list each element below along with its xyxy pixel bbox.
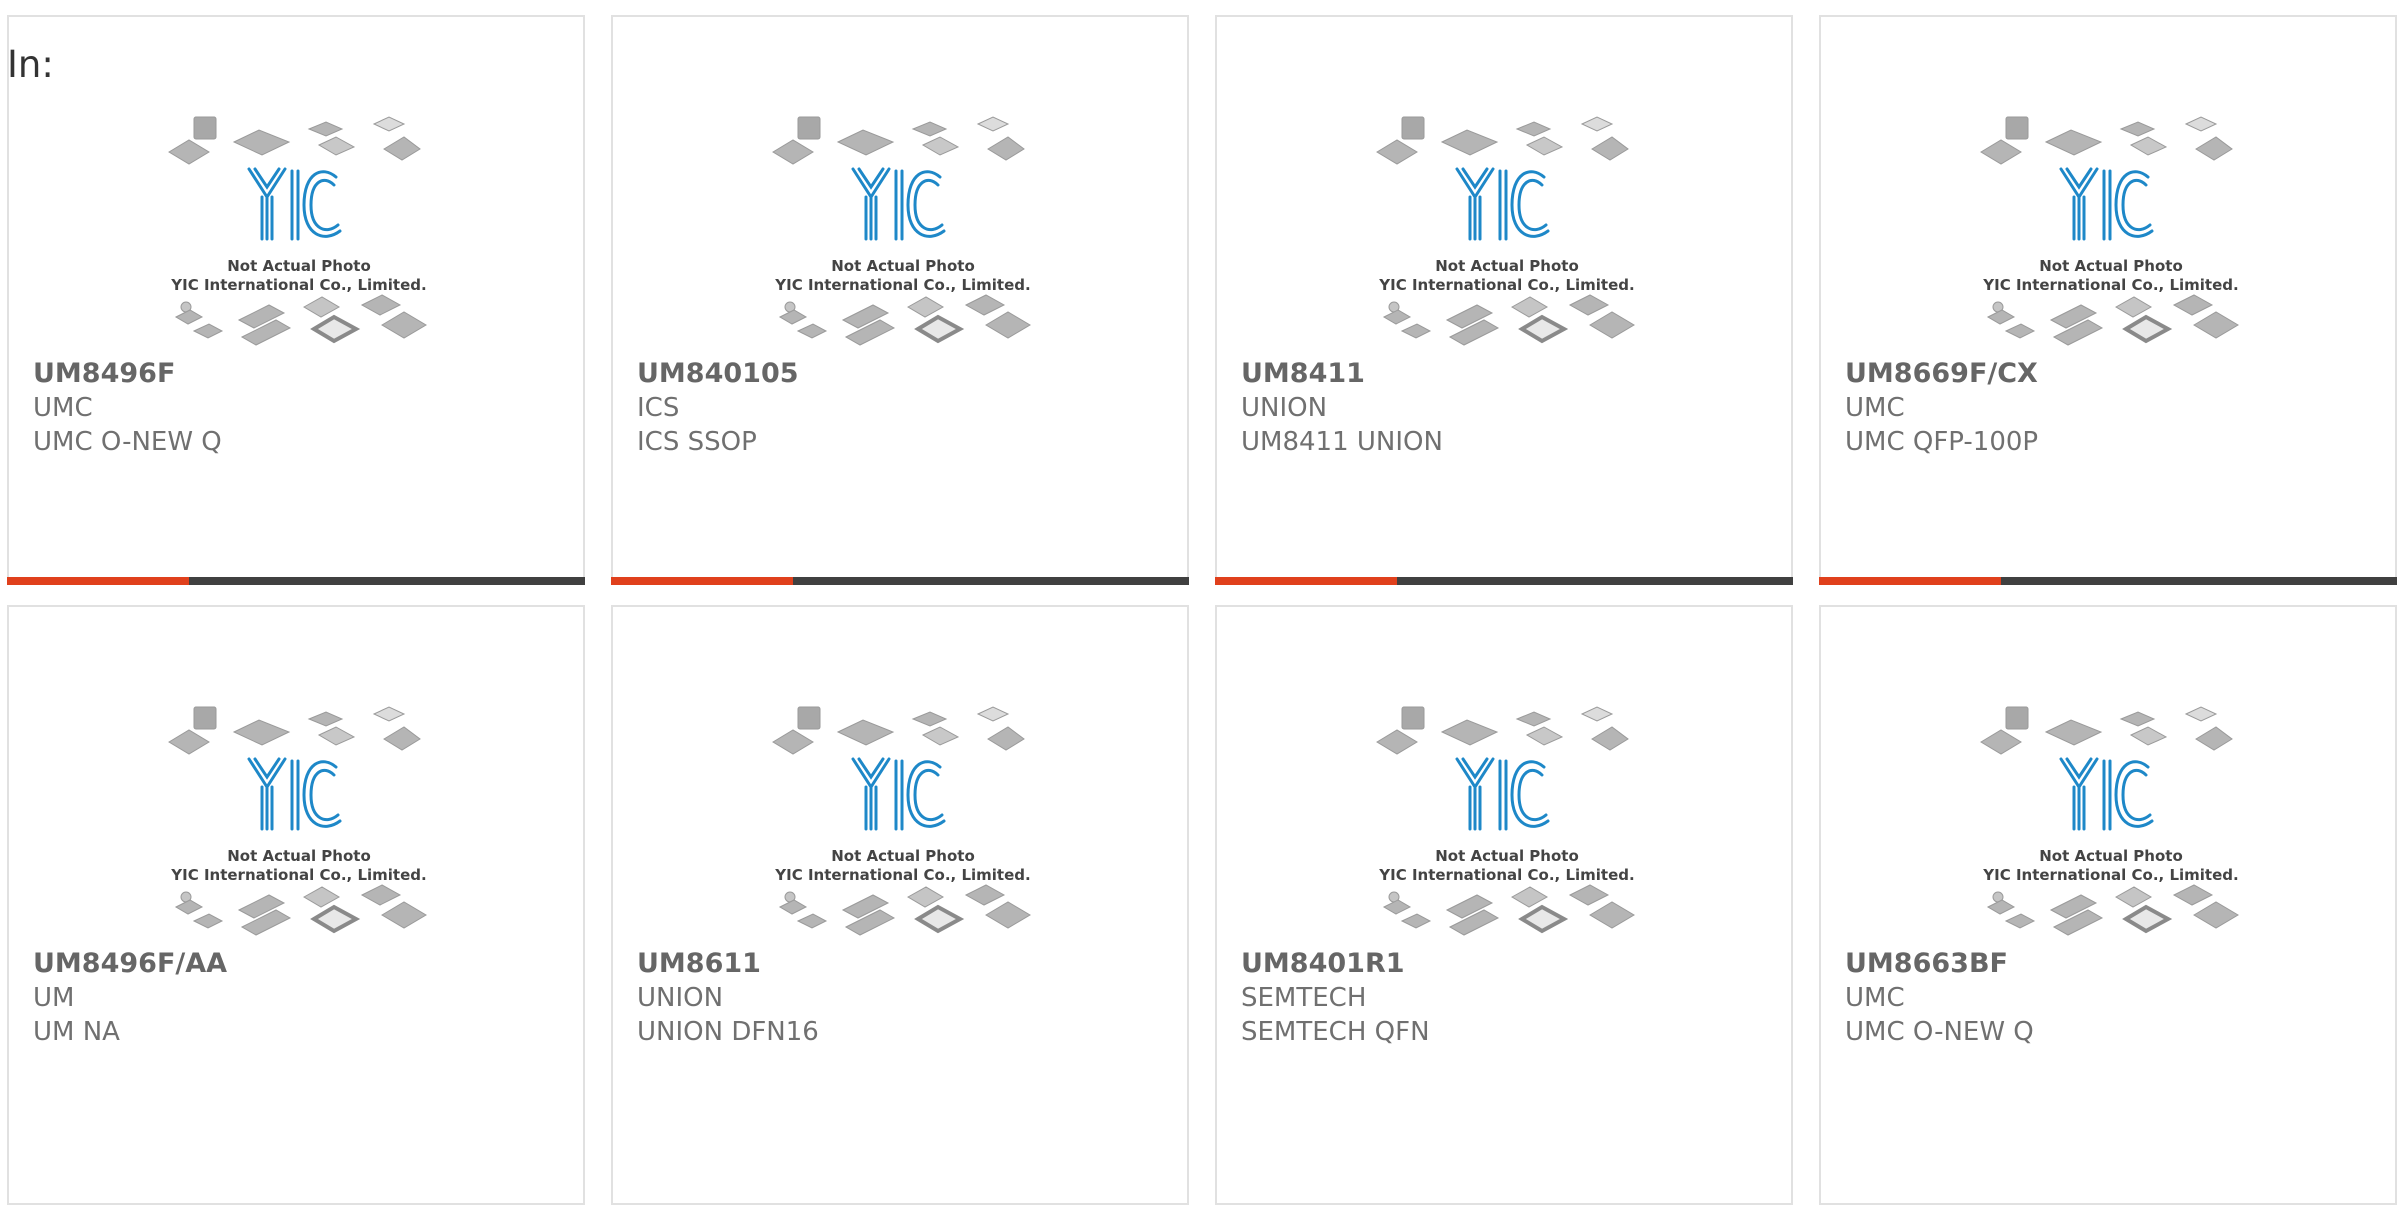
placeholder-caption-2: YIC International Co., Limited. bbox=[170, 276, 426, 294]
product-card[interactable]: Not Actual Photo YIC International Co., … bbox=[7, 605, 585, 1205]
placeholder-caption-1: Not Actual Photo bbox=[2039, 847, 2183, 865]
card-bottom-bar bbox=[1215, 577, 1793, 585]
product-card[interactable]: Not Actual Photo YIC International Co., … bbox=[1819, 605, 2397, 1205]
card-accent-bar bbox=[611, 577, 793, 585]
product-placeholder-image[interactable]: Not Actual Photo YIC International Co., … bbox=[768, 697, 1038, 937]
product-info: UM8496F/AA UM UM NA bbox=[33, 947, 563, 1049]
product-part-number[interactable]: UM8496F/AA bbox=[33, 947, 563, 981]
product-description: SEMTECH QFN bbox=[1241, 1017, 1430, 1047]
product-description: UMC QFP-100P bbox=[1845, 427, 2039, 457]
product-part-number[interactable]: UM8401R1 bbox=[1241, 947, 1771, 981]
product-card[interactable]: Not Actual Photo YIC International Co., … bbox=[611, 15, 1189, 585]
product-brand: UNION bbox=[637, 983, 724, 1013]
product-brand: UM bbox=[33, 983, 75, 1013]
product-info: UM840105 ICS ICS SSOP bbox=[637, 357, 1167, 459]
placeholder-caption-2: YIC International Co., Limited. bbox=[1378, 866, 1634, 884]
product-placeholder-image[interactable]: Not Actual Photo YIC International Co., … bbox=[1976, 697, 2246, 937]
product-info: UM8663BF UMC UMC O-NEW Q bbox=[1845, 947, 2375, 1049]
product-info: UM8669F/CX UMC UMC QFP-100P bbox=[1845, 357, 2375, 459]
product-placeholder-image[interactable]: Not Actual Photo YIC International Co., … bbox=[768, 107, 1038, 347]
placeholder-caption-1: Not Actual Photo bbox=[831, 257, 975, 275]
product-card[interactable]: Not Actual Photo YIC International Co., … bbox=[1215, 605, 1793, 1205]
card-bottom-bar bbox=[1819, 577, 2397, 585]
placeholder-caption-1: Not Actual Photo bbox=[1435, 847, 1579, 865]
placeholder-caption-1: Not Actual Photo bbox=[227, 847, 371, 865]
product-description: UM NA bbox=[33, 1017, 120, 1047]
product-part-number[interactable]: UM8411 bbox=[1241, 357, 1771, 391]
placeholder-caption-2: YIC International Co., Limited. bbox=[1982, 866, 2238, 884]
product-description: UMC O-NEW Q bbox=[33, 427, 222, 457]
product-brand: SEMTECH bbox=[1241, 983, 1367, 1013]
product-description: ICS SSOP bbox=[637, 427, 757, 457]
product-info: UM8496F UMC UMC O-NEW Q bbox=[33, 357, 563, 459]
card-bottom-bar bbox=[7, 577, 585, 585]
placeholder-caption-1: Not Actual Photo bbox=[227, 257, 371, 275]
product-brand: UMC bbox=[1845, 393, 1905, 423]
product-placeholder-image[interactable]: Not Actual Photo YIC International Co., … bbox=[164, 107, 434, 347]
product-description: UNION DFN16 bbox=[637, 1017, 819, 1047]
product-card[interactable]: Not Actual Photo YIC International Co., … bbox=[1215, 15, 1793, 585]
card-accent-bar bbox=[1819, 577, 2001, 585]
placeholder-caption-1: Not Actual Photo bbox=[1435, 257, 1579, 275]
card-accent-bar bbox=[1215, 577, 1397, 585]
product-description: UMC O-NEW Q bbox=[1845, 1017, 2034, 1047]
product-placeholder-image[interactable]: Not Actual Photo YIC International Co., … bbox=[164, 697, 434, 937]
product-part-number[interactable]: UM8669F/CX bbox=[1845, 357, 2375, 391]
product-description: UM8411 UNION bbox=[1241, 427, 1443, 457]
product-placeholder-image[interactable]: Not Actual Photo YIC International Co., … bbox=[1976, 107, 2246, 347]
placeholder-caption-2: YIC International Co., Limited. bbox=[1982, 276, 2238, 294]
product-part-number[interactable]: UM840105 bbox=[637, 357, 1167, 391]
product-card[interactable]: Not Actual Photo YIC International Co., … bbox=[611, 605, 1189, 1205]
product-part-number[interactable]: UM8663BF bbox=[1845, 947, 2375, 981]
product-info: UM8401R1 SEMTECH SEMTECH QFN bbox=[1241, 947, 1771, 1049]
product-card[interactable]: Not Actual Photo YIC International Co., … bbox=[7, 15, 585, 585]
product-info: UM8411 UNION UM8411 UNION bbox=[1241, 357, 1771, 459]
product-part-number[interactable]: UM8496F bbox=[33, 357, 563, 391]
in-label: In: bbox=[7, 43, 54, 86]
product-brand: UMC bbox=[33, 393, 93, 423]
product-card[interactable]: Not Actual Photo YIC International Co., … bbox=[1819, 15, 2397, 585]
placeholder-caption-2: YIC International Co., Limited. bbox=[774, 866, 1030, 884]
placeholder-caption-1: Not Actual Photo bbox=[2039, 257, 2183, 275]
placeholder-caption-1: Not Actual Photo bbox=[831, 847, 975, 865]
product-brand: ICS bbox=[637, 393, 680, 423]
product-brand: UMC bbox=[1845, 983, 1905, 1013]
placeholder-caption-2: YIC International Co., Limited. bbox=[774, 276, 1030, 294]
card-bottom-bar bbox=[611, 577, 1189, 585]
product-placeholder-image[interactable]: Not Actual Photo YIC International Co., … bbox=[1372, 107, 1642, 347]
product-part-number[interactable]: UM8611 bbox=[637, 947, 1167, 981]
card-accent-bar bbox=[7, 577, 189, 585]
placeholder-caption-2: YIC International Co., Limited. bbox=[170, 866, 426, 884]
product-placeholder-image[interactable]: Not Actual Photo YIC International Co., … bbox=[1372, 697, 1642, 937]
placeholder-caption-2: YIC International Co., Limited. bbox=[1378, 276, 1634, 294]
product-brand: UNION bbox=[1241, 393, 1328, 423]
product-info: UM8611 UNION UNION DFN16 bbox=[637, 947, 1167, 1049]
